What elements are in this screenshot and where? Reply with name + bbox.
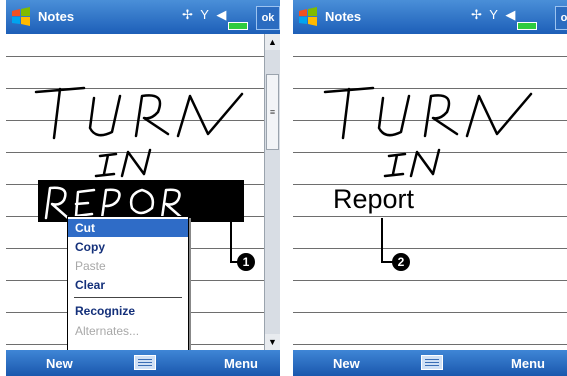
callout-number-2: 2 <box>392 253 410 271</box>
recognized-text[interactable]: Report <box>333 184 414 215</box>
callout-number-1: 1 <box>237 253 255 271</box>
menu-item-alternates[interactable]: Alternates... <box>68 322 188 340</box>
scroll-up-arrow-icon[interactable]: ▲ <box>265 34 280 50</box>
scroll-thumb[interactable]: ≡ <box>266 74 279 150</box>
keyboard-icon[interactable] <box>134 355 156 370</box>
menu-separator <box>74 297 182 298</box>
scroll-down-arrow-icon[interactable]: ▼ <box>265 334 280 350</box>
ink-context-menu: Cut Copy Paste Clear Recognize Alternate… <box>67 216 189 358</box>
menu-softkey[interactable]: Menu <box>511 356 545 371</box>
new-softkey[interactable]: New <box>333 356 360 371</box>
callout-leader <box>381 218 383 262</box>
bottom-menu-bar: New Menu <box>293 350 567 376</box>
keyboard-icon[interactable] <box>421 355 443 370</box>
menu-item-clear[interactable]: Clear <box>68 276 188 294</box>
menu-softkey[interactable]: Menu <box>224 356 258 371</box>
new-softkey[interactable]: New <box>46 356 73 371</box>
ink-word-turn <box>323 86 533 140</box>
ink-word-in <box>94 148 152 178</box>
ink-word-turn <box>34 86 244 140</box>
callout-leader <box>230 222 232 262</box>
menu-item-copy[interactable]: Copy <box>68 238 188 256</box>
bottom-menu-bar: New Menu <box>6 350 280 376</box>
ink-word-in <box>383 148 441 178</box>
menu-item-paste[interactable]: Paste <box>68 257 188 275</box>
ink-word-report <box>44 186 184 220</box>
notes-screen-after: Notes ✢ Y ◀ ok Report <box>293 0 567 376</box>
menu-item-cut[interactable]: Cut <box>68 219 188 237</box>
vertical-scrollbar[interactable]: ▲ ≡ ▼ <box>264 34 280 350</box>
menu-item-recognize[interactable]: Recognize <box>68 302 188 320</box>
ink-word-report-tail <box>192 186 222 222</box>
notes-screen-before: Notes ✢ Y ◀ ok Cut Copy Paste Clear Reco… <box>6 0 280 376</box>
